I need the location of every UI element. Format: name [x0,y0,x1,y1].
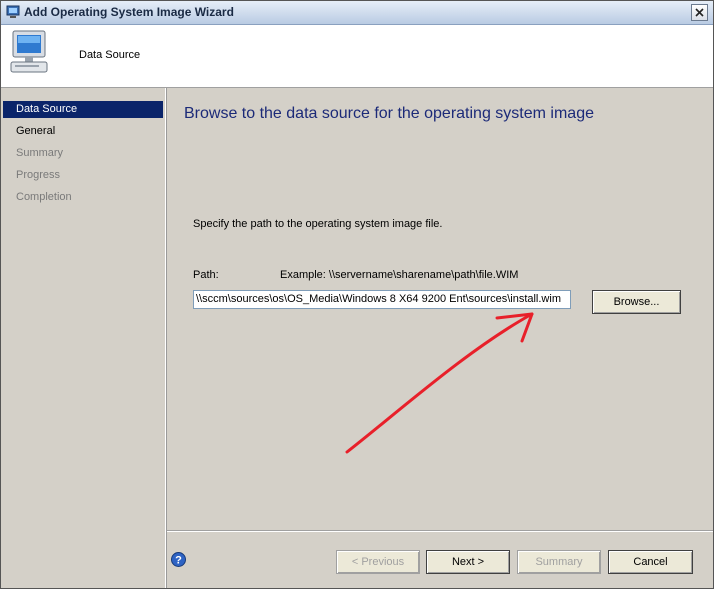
wizard-window: Add Operating System Image Wizard Data S… [0,0,714,589]
svg-text:?: ? [175,555,182,567]
sidebar-item-data-source[interactable]: Data Source [3,101,163,118]
path-label: Path: [193,269,219,281]
summary-button: Summary [517,550,601,574]
path-input[interactable]: \\sccm\sources\os\OS_Media\Windows 8 X64… [193,290,571,309]
wizard-content: Browse to the data source for the operat… [167,88,713,588]
sidebar-item-progress: Progress [16,169,61,181]
app-icon [6,5,20,18]
sidebar-item-general[interactable]: General [3,123,163,140]
instruction-text: Specify the path to the operating system… [193,218,443,230]
header-title: Data Source [79,49,141,61]
annotation-arrow [345,312,534,454]
previous-button: < Previous [336,550,420,574]
sidebar-item-summary: Summary [16,147,64,159]
close-icon [695,8,704,17]
title-bar: Add Operating System Image Wizard [1,1,713,25]
footer-separator [167,530,713,532]
cancel-button[interactable]: Cancel [608,550,693,574]
help-icon[interactable]: ? [171,552,186,567]
wizard-header: Data Source [1,25,713,88]
close-button[interactable] [691,4,708,21]
page-heading: Browse to the data source for the operat… [184,105,594,122]
path-example-text: Example: \\servername\sharename\path\fil… [280,269,519,281]
next-button[interactable]: Next > [426,550,510,574]
computer-icon [10,30,48,73]
wizard-steps-sidebar: Data Source General Summary Progress Com… [1,88,166,588]
window-title: Add Operating System Image Wizard [24,5,234,19]
browse-button[interactable]: Browse... [592,290,681,314]
sidebar-item-completion: Completion [16,191,72,203]
